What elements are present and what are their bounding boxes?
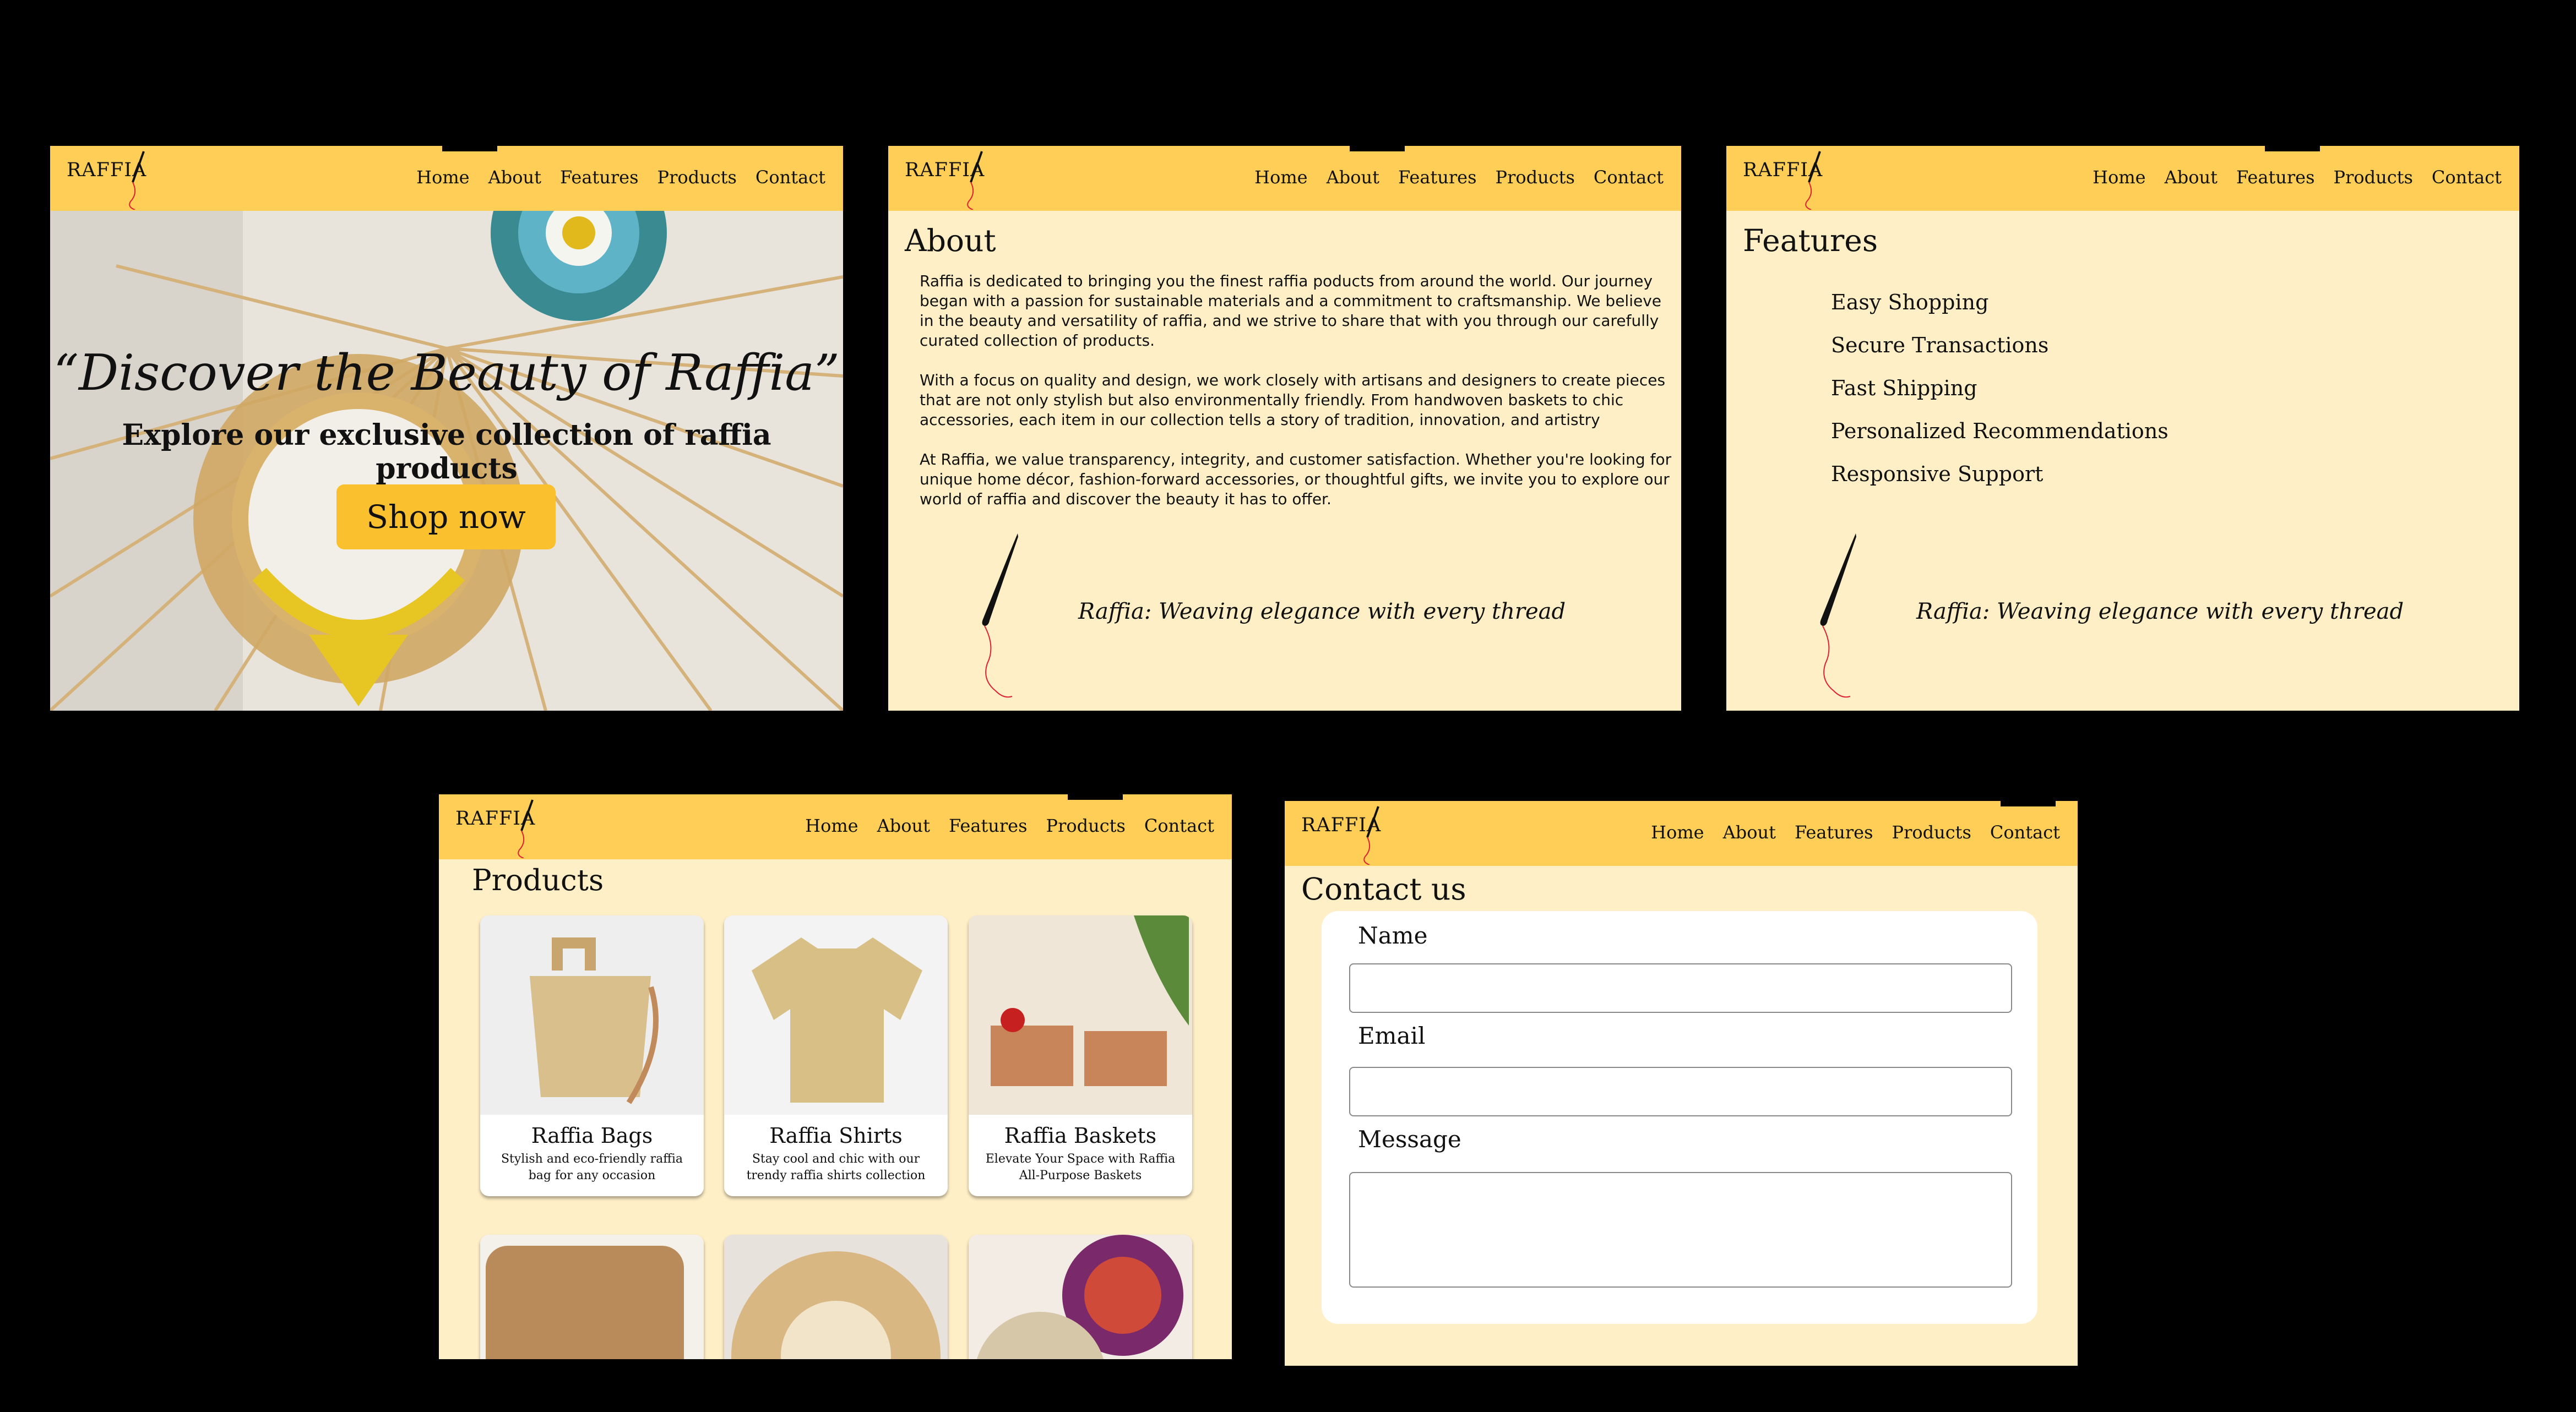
name-input[interactable] <box>1349 963 2012 1013</box>
feature-item: Secure Transactions <box>1831 333 2049 357</box>
needle-icon <box>982 533 1018 698</box>
about-body: Raffia is dedicated to bringing you the … <box>920 271 1674 529</box>
product-name: Raffia Bags <box>531 1124 653 1148</box>
message-textarea[interactable] <box>1349 1172 2012 1288</box>
nav-features[interactable]: Features <box>560 167 639 188</box>
page-title: Contact us <box>1301 871 1466 907</box>
nav-home[interactable]: Home <box>416 167 469 188</box>
product-desc: Elevate Your Space with Raffia All-Purpo… <box>985 1152 1176 1182</box>
product-card-shirts[interactable]: Raffia Shirts Stay cool and chic with ou… <box>724 915 948 1196</box>
nav-products[interactable]: Products <box>1892 822 1971 843</box>
nav-contact[interactable]: Contact <box>756 167 825 188</box>
product-card-baskets[interactable]: Raffia Baskets Elevate Your Space with R… <box>969 915 1192 1196</box>
nav-contact[interactable]: Contact <box>1594 167 1664 188</box>
raffia-basket-image <box>969 915 1192 1115</box>
product-desc: Stay cool and chic with our trendy raffi… <box>746 1152 926 1182</box>
needle-icon <box>1820 533 1856 698</box>
shop-now-button[interactable]: Shop now <box>336 484 556 549</box>
header: RAFFIA Home About Features Products Cont… <box>439 794 1232 859</box>
contact-form: Name Email Message <box>1322 911 2037 1324</box>
active-tab-marker <box>1068 794 1123 800</box>
nav-contact[interactable]: Contact <box>1144 815 1214 836</box>
nav-features[interactable]: Features <box>949 815 1028 836</box>
product-card[interactable] <box>724 1235 948 1359</box>
active-tab-marker <box>442 146 497 151</box>
raffia-shirt-image <box>724 915 948 1115</box>
about-paragraph: With a focus on quality and design, we w… <box>920 371 1666 429</box>
nav-features[interactable]: Features <box>1795 822 1873 843</box>
page-title: Features <box>1743 223 1878 258</box>
nav-bar: Home About Features Products Contact <box>1651 822 2060 843</box>
product-name: Raffia Shirts <box>769 1124 903 1148</box>
raffia-coaster-image <box>969 1235 1192 1359</box>
nav-products[interactable]: Products <box>1496 167 1575 188</box>
page-title: Products <box>472 864 604 897</box>
nav-about[interactable]: About <box>488 167 541 188</box>
nav-home[interactable]: Home <box>1651 822 1704 843</box>
product-card[interactable] <box>969 1235 1192 1359</box>
home-frame: RAFFIA Home About Features Products Cont… <box>50 146 843 711</box>
nav-about[interactable]: About <box>1723 822 1776 843</box>
nav-about[interactable]: About <box>1327 167 1379 188</box>
nav-contact[interactable]: Contact <box>1990 822 2060 843</box>
features-list: Easy Shopping Secure Transactions Fast S… <box>1831 290 2169 505</box>
active-tab-marker <box>2001 801 2056 806</box>
product-name: Raffia Baskets <box>1004 1124 1157 1148</box>
needle-logo-icon <box>1805 151 1821 210</box>
nav-bar: Home About Features Products Contact <box>416 167 825 188</box>
email-label: Email <box>1358 1022 1426 1049</box>
needle-logo-icon <box>129 151 145 210</box>
header: RAFFIA Home About Features Products Cont… <box>1285 801 2078 866</box>
nav-about[interactable]: About <box>877 815 930 836</box>
about-paragraph: At Raffia, we value transparency, integr… <box>920 450 1672 508</box>
about-frame: RAFFIA Home About Features Products Cont… <box>888 146 1681 711</box>
header: RAFFIA Home About Features Products Cont… <box>50 146 843 211</box>
message-label: Message <box>1358 1126 1461 1153</box>
email-input[interactable] <box>1349 1067 2012 1116</box>
raffia-mat-image <box>724 1235 948 1359</box>
contact-frame: RAFFIA Home About Features Products Cont… <box>1285 801 2078 1366</box>
tagline: Raffia: Weaving elegance with every thre… <box>1078 599 1566 624</box>
header: RAFFIA Home About Features Products Cont… <box>888 146 1681 211</box>
nav-features[interactable]: Features <box>1398 167 1477 188</box>
tagline: Raffia: Weaving elegance with every thre… <box>1916 599 2404 624</box>
feature-item: Personalized Recommendations <box>1831 419 2169 443</box>
about-paragraph: Raffia is dedicated to bringing you the … <box>920 272 1662 350</box>
nav-bar: Home About Features Products Contact <box>2093 167 2502 188</box>
products-frame: RAFFIA Home About Features Products Cont… <box>439 794 1232 1359</box>
nav-products[interactable]: Products <box>657 167 737 188</box>
feature-item: Easy Shopping <box>1831 290 1989 314</box>
raffia-bag-image <box>480 915 704 1115</box>
name-label: Name <box>1358 922 1428 949</box>
nav-home[interactable]: Home <box>1254 167 1307 188</box>
feature-item: Responsive Support <box>1831 462 2044 486</box>
product-card-bags[interactable]: Raffia Bags Stylish and eco-friendly raf… <box>480 915 704 1196</box>
nav-home[interactable]: Home <box>2093 167 2145 188</box>
needle-logo-icon <box>967 151 983 210</box>
feature-item: Fast Shipping <box>1831 376 1977 400</box>
raffia-roll-image <box>480 1235 704 1359</box>
needle-logo-icon <box>518 799 534 858</box>
needle-logo-icon <box>1363 806 1379 865</box>
features-frame: RAFFIA Home About Features Products Cont… <box>1726 146 2519 711</box>
nav-home[interactable]: Home <box>805 815 858 836</box>
product-card[interactable] <box>480 1235 704 1359</box>
nav-products[interactable]: Products <box>2334 167 2413 188</box>
nav-about[interactable]: About <box>2165 167 2218 188</box>
hero-quote: “Discover the Beauty of Raffia” <box>53 344 840 402</box>
nav-features[interactable]: Features <box>2236 167 2315 188</box>
nav-bar: Home About Features Products Contact <box>1254 167 1664 188</box>
nav-contact[interactable]: Contact <box>2432 167 2502 188</box>
nav-products[interactable]: Products <box>1046 815 1126 836</box>
active-tab-marker <box>1350 146 1405 151</box>
product-desc: Stylish and eco-friendly raffia bag for … <box>501 1152 683 1182</box>
hero-subtitle: Explore our exclusive collection of raff… <box>122 418 771 486</box>
header: RAFFIA Home About Features Products Cont… <box>1726 146 2519 211</box>
active-tab-marker <box>2265 146 2320 151</box>
page-title: About <box>905 223 996 258</box>
nav-bar: Home About Features Products Contact <box>805 815 1214 836</box>
